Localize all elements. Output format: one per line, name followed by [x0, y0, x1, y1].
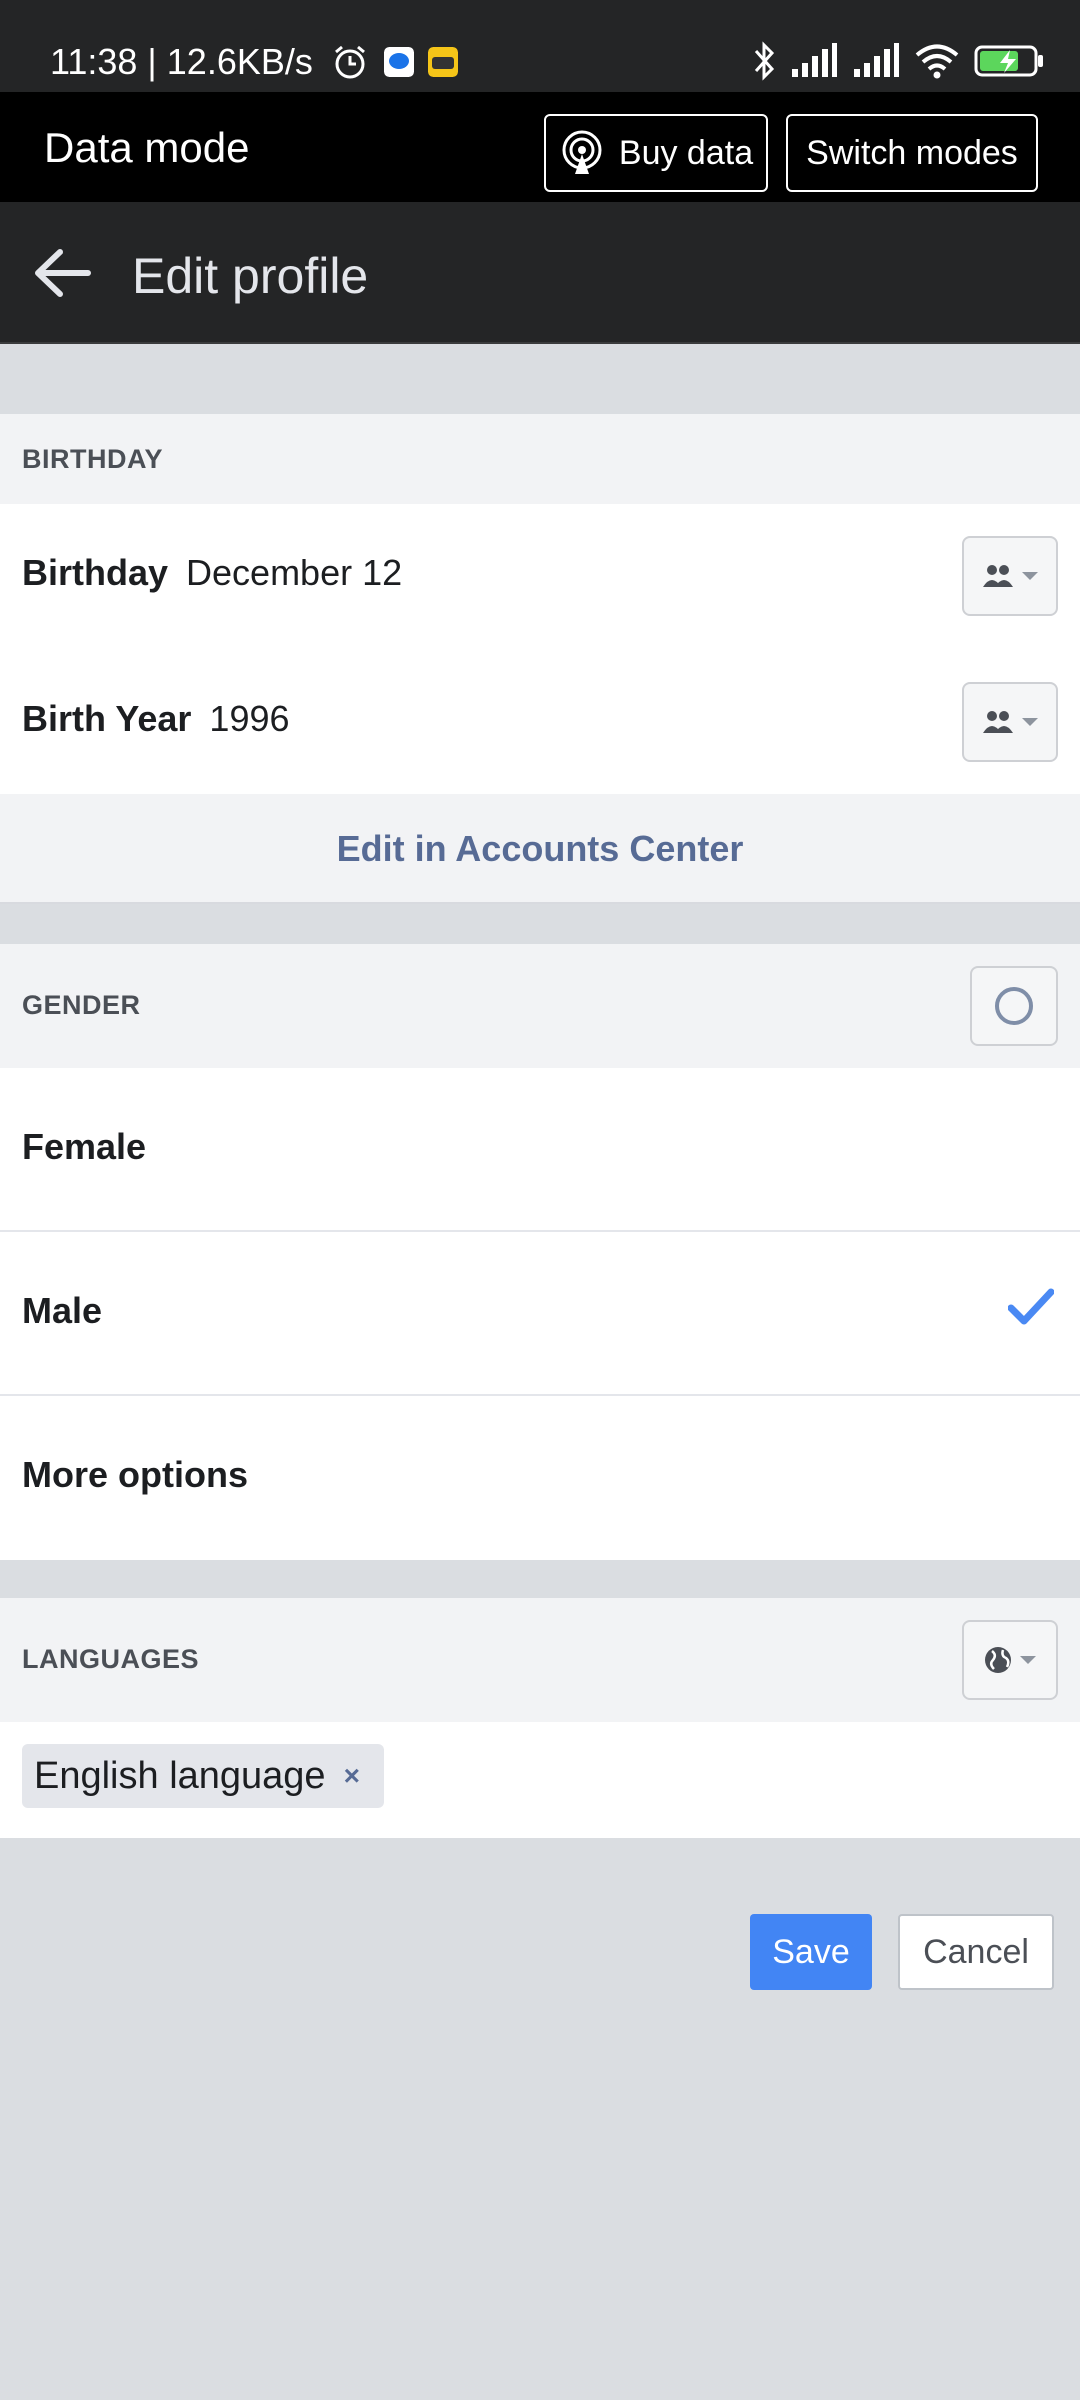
data-mode-bar: Data mode Buy data Switch modes	[0, 92, 1080, 202]
switch-modes-button[interactable]: Switch modes	[786, 114, 1038, 192]
globe-icon	[985, 1647, 1011, 1673]
chevron-down-icon	[1022, 718, 1038, 726]
language-chip: English language ×	[22, 1744, 384, 1808]
signal-icon	[792, 43, 837, 77]
status-icons-right	[752, 38, 1044, 84]
birth-year-row: Birth Year 1996	[22, 698, 290, 740]
cancel-button[interactable]: Cancel	[898, 1914, 1054, 1990]
status-icons-left	[330, 40, 458, 84]
alarm-icon	[335, 45, 365, 79]
birthday-audience-selector[interactable]	[962, 536, 1058, 616]
buy-data-label: Buy data	[618, 133, 754, 172]
buy-data-button[interactable]: Buy data	[544, 114, 768, 192]
gender-option-label: Male	[22, 1290, 103, 1331]
birth-year-value: 1996	[209, 698, 290, 739]
birth-year-audience-selector[interactable]	[962, 682, 1058, 762]
birthday-fields: Birthday December 12 Birth Year 1996	[0, 504, 1080, 794]
friends-icon	[983, 711, 1013, 733]
birthday-value: December 12	[186, 552, 403, 593]
chevron-down-icon	[1022, 572, 1038, 580]
signal-icon	[854, 43, 899, 77]
chevron-down-icon	[1020, 1656, 1036, 1664]
gender-more-options[interactable]: More options	[0, 1396, 1080, 1560]
gender-audience-selector[interactable]	[970, 966, 1058, 1046]
page-header: Edit profile	[0, 202, 1080, 344]
edit-in-accounts-center-label: Edit in Accounts Center	[336, 828, 744, 869]
birthday-row: Birthday December 12	[22, 552, 402, 594]
gender-option-label: Female	[22, 1126, 147, 1167]
loading-circle-icon	[995, 987, 1033, 1025]
remove-language-icon[interactable]: ×	[344, 1760, 360, 1792]
languages-section-label: LANGUAGES	[22, 1644, 200, 1674]
status-time: 11:38 | 12.6KB/s	[50, 41, 313, 82]
gender-option-male[interactable]: Male	[0, 1232, 1080, 1396]
edit-in-accounts-center-link[interactable]: Edit in Accounts Center	[0, 794, 1080, 904]
languages-audience-selector[interactable]	[962, 1620, 1058, 1700]
wifi-icon	[915, 44, 959, 79]
battery-charging-icon	[974, 45, 1043, 77]
bluetooth-icon	[754, 41, 775, 81]
gender-section-header: GENDER	[0, 944, 1080, 1068]
back-arrow-icon[interactable]	[30, 240, 96, 306]
friends-icon	[983, 565, 1013, 587]
gender-options-list: Female Male More options	[0, 1068, 1080, 1560]
broadcast-icon	[562, 130, 602, 174]
game-app-icon	[428, 47, 458, 77]
status-bar: 11:38 | 12.6KB/s	[0, 0, 1080, 92]
page-title: Edit profile	[132, 248, 369, 304]
switch-modes-label: Switch modes	[806, 133, 1018, 172]
gender-option-label: More options	[22, 1454, 248, 1495]
birthday-label: Birthday	[22, 552, 169, 593]
birth-year-label: Birth Year	[22, 698, 192, 739]
messenger-app-icon	[384, 47, 414, 77]
save-button[interactable]: Save	[750, 1914, 872, 1990]
checkmark-icon	[1008, 1288, 1054, 1325]
language-chip-label: English language	[34, 1754, 326, 1797]
languages-section-header: LANGUAGES	[0, 1598, 1080, 1722]
birthday-section-label: BIRTHDAY	[22, 444, 164, 474]
birthday-section-header: BIRTHDAY	[0, 414, 1080, 504]
data-mode-title: Data mode	[44, 124, 250, 171]
gender-section-label: GENDER	[22, 990, 141, 1020]
gender-option-female[interactable]: Female	[0, 1068, 1080, 1232]
